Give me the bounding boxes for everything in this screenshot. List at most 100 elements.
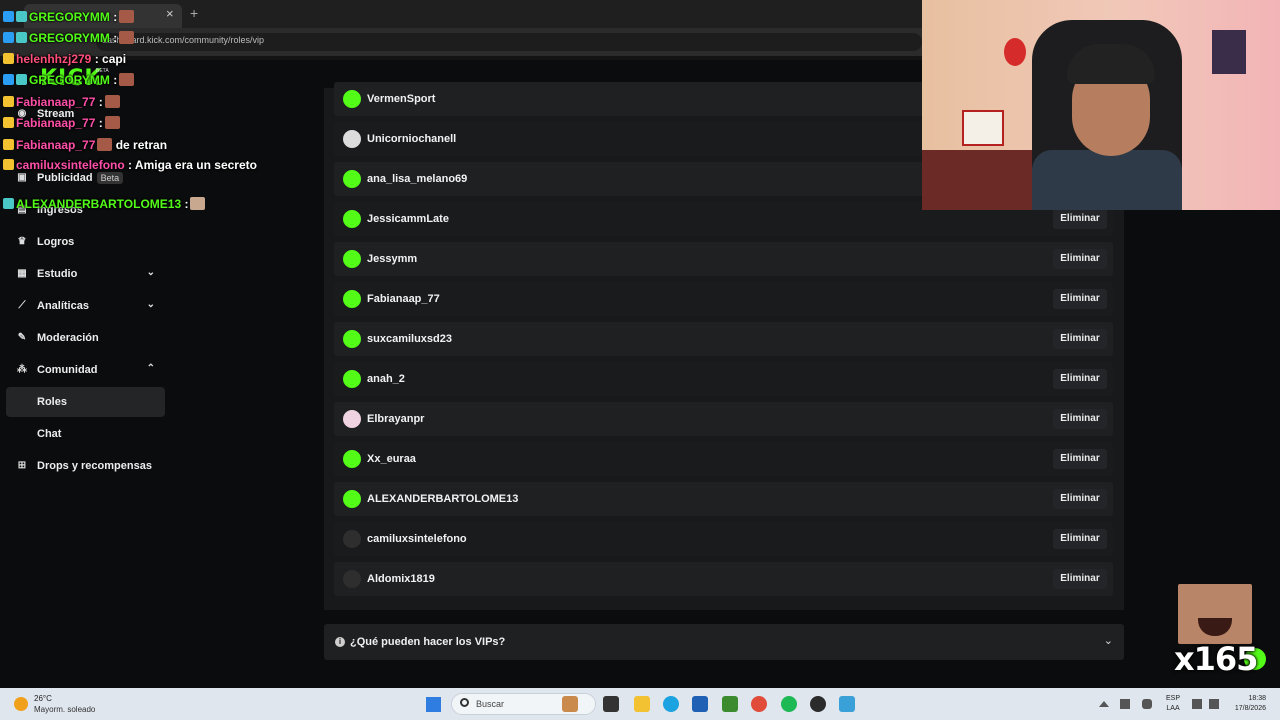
vip-username[interactable]: suxcamiluxsd23	[367, 333, 452, 345]
network-off-icon[interactable]	[1120, 699, 1130, 709]
weather-temperature[interactable]: 26°C	[34, 694, 52, 703]
vip-row: Elbrayanpr Eliminar	[334, 402, 1113, 436]
chat-badge-icon	[3, 198, 14, 209]
mask-image	[1004, 38, 1026, 66]
chat-message: GREGORYMM :	[3, 31, 135, 47]
chat-overlay: GREGORYMM : GREGORYMM : helenhhzj279 : c…	[0, 0, 330, 220]
edge-icon[interactable]	[663, 696, 679, 712]
weather-condition[interactable]: Mayorm. soleado	[34, 705, 95, 714]
chat-username: Fabianaap_77	[16, 95, 96, 109]
minecraft-icon[interactable]	[722, 696, 738, 712]
emote-icon	[119, 10, 135, 23]
vip-username[interactable]: ana_lisa_melano69	[367, 173, 467, 185]
chevron-up-icon[interactable]	[1099, 701, 1109, 707]
vip-row: Aldomix1819 Eliminar	[334, 562, 1113, 596]
sidebar-item-roles[interactable]: Roles	[6, 387, 165, 417]
emote-icon	[104, 95, 120, 108]
vip-username[interactable]: VermenSport	[367, 93, 435, 105]
chat-message: Fabianaap_77 de retran	[3, 138, 167, 154]
user-avatar	[343, 210, 361, 228]
emote-icon	[104, 116, 120, 129]
windows-taskbar: 26°C Mayorm. soleado Buscar ESP LAA 18:3…	[0, 688, 1280, 720]
notepad-icon[interactable]	[839, 696, 855, 712]
clock-date: 17/8/2026	[1234, 705, 1266, 712]
display-icon[interactable]	[1192, 699, 1202, 709]
remove-vip-button[interactable]: Eliminar	[1053, 489, 1107, 509]
widget-icon[interactable]	[562, 696, 578, 712]
remove-vip-button[interactable]: Eliminar	[1053, 369, 1107, 389]
clock[interactable]: 18:38 17/8/2026	[1226, 694, 1266, 714]
obs-icon[interactable]	[810, 696, 826, 712]
vip-row: camiluxsintelefono Eliminar	[334, 522, 1113, 556]
chat-badge-icon	[16, 32, 27, 43]
chart-icon: ⟋	[18, 300, 26, 311]
chevron-down-icon[interactable]: ⌄	[1104, 634, 1113, 647]
file-explorer-icon[interactable]	[634, 696, 650, 712]
chevron-down-icon[interactable]: ⌄	[147, 267, 155, 278]
vip-faq-accordion[interactable]: i ¿Qué pueden hacer los VIPs? ⌄	[324, 624, 1124, 660]
trophy-icon: ♛	[17, 236, 27, 247]
chat-badge-icon	[3, 96, 14, 107]
vip-username[interactable]: JessicammLate	[367, 213, 449, 225]
chat-message: camiluxsintelefono : Amiga era un secret…	[3, 158, 257, 174]
streamer-body-image	[1032, 150, 1182, 210]
chat-username: GREGORYMM	[29, 73, 110, 87]
store-icon[interactable]	[692, 696, 708, 712]
remove-vip-button[interactable]: Eliminar	[1053, 289, 1107, 309]
search-placeholder: Buscar	[476, 699, 505, 709]
sidebar-item-label: Logros	[37, 236, 75, 248]
sidebar-item-label: Analíticas	[37, 300, 89, 312]
sidebar-item-label: Comunidad	[37, 364, 98, 376]
start-icon[interactable]	[426, 697, 441, 712]
sidebar-item-drops[interactable]: ⊞ Drops y recompensas	[6, 451, 165, 481]
vip-username[interactable]: Jessymm	[367, 253, 417, 265]
vip-username[interactable]: Fabianaap_77	[367, 293, 440, 305]
vip-username[interactable]: Elbrayanpr	[367, 413, 424, 425]
emote-icon	[119, 73, 135, 86]
user-avatar	[343, 170, 361, 188]
remove-vip-button[interactable]: Eliminar	[1053, 449, 1107, 469]
chat-badge-icon	[3, 139, 14, 150]
remove-vip-button[interactable]: Eliminar	[1053, 529, 1107, 549]
gift-icon: ⊞	[17, 460, 27, 471]
user-avatar	[343, 490, 361, 508]
vip-row: ALEXANDERBARTOLOME13 Eliminar	[334, 482, 1113, 516]
vip-username[interactable]: ALEXANDERBARTOLOME13	[367, 493, 518, 505]
chat-text: :	[95, 116, 103, 130]
sidebar-item-label: Estudio	[37, 268, 78, 280]
sidebar-item-logros[interactable]: ♛ Logros	[6, 227, 165, 257]
vip-username[interactable]: Aldomix1819	[367, 573, 435, 585]
search-icon	[460, 698, 469, 707]
volume-icon[interactable]	[1209, 699, 1219, 709]
sidebar-item-chat[interactable]: Chat	[6, 419, 165, 449]
chat-badge-icon	[3, 11, 14, 22]
vip-username[interactable]: Xx_euraa	[367, 453, 416, 465]
remove-vip-button[interactable]: Eliminar	[1053, 329, 1107, 349]
faq-question[interactable]: ¿Qué pueden hacer los VIPs?	[350, 636, 505, 648]
chat-username: GREGORYMM	[29, 10, 110, 24]
vip-username[interactable]: camiluxsintelefono	[367, 533, 467, 545]
sidebar-item-analiticas[interactable]: ⟋ Analíticas ⌄	[6, 291, 165, 321]
chevron-up-icon[interactable]: ⌃	[147, 363, 155, 374]
chrome-icon[interactable]	[751, 696, 767, 712]
chevron-down-icon[interactable]: ⌄	[147, 299, 155, 310]
weather-icon[interactable]	[14, 697, 28, 711]
sidebar-item-comunidad[interactable]: ⁂ Comunidad ⌃	[6, 355, 165, 385]
vip-username[interactable]: anah_2	[367, 373, 405, 385]
chat-username: Fabianaap_77	[16, 138, 96, 152]
sidebar-item-estudio[interactable]: ▦ Estudio ⌄	[6, 259, 165, 289]
clock-time: 18:38	[1248, 695, 1266, 702]
remove-vip-button[interactable]: Eliminar	[1053, 569, 1107, 589]
vip-username[interactable]: Unicorniochanell	[367, 133, 456, 145]
remove-vip-button[interactable]: Eliminar	[1053, 409, 1107, 429]
task-view-icon[interactable]	[603, 696, 619, 712]
user-avatar	[343, 290, 361, 308]
microphone-icon[interactable]	[1142, 699, 1152, 709]
user-avatar	[343, 450, 361, 468]
remove-vip-button[interactable]: Eliminar	[1053, 249, 1107, 269]
spotify-icon[interactable]	[781, 696, 797, 712]
chat-text: :	[95, 95, 103, 109]
input-language[interactable]: ESP LAA	[1166, 694, 1180, 714]
remove-vip-button[interactable]: Eliminar	[1053, 209, 1107, 229]
sidebar-item-moderacion[interactable]: ✎ Moderación	[6, 323, 165, 353]
